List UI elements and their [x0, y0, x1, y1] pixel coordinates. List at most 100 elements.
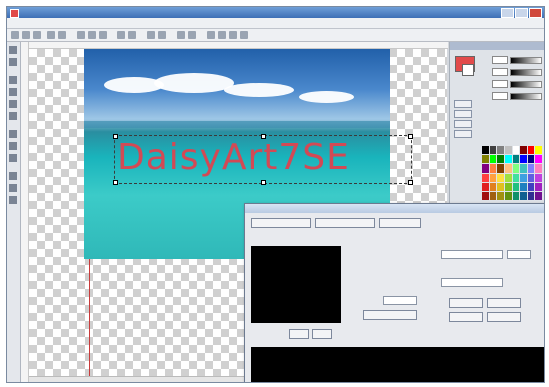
canvas-text[interactable]: DaisyArt7SE — [117, 135, 350, 181]
palette-color-swatch[interactable] — [497, 173, 504, 182]
eraser-tool-icon[interactable] — [9, 112, 17, 120]
palette-color-swatch[interactable] — [520, 164, 527, 173]
hand-tool-icon[interactable] — [9, 196, 17, 204]
settings-field[interactable] — [441, 278, 503, 287]
redo-icon[interactable] — [58, 31, 66, 39]
line-tool-icon[interactable] — [9, 154, 17, 162]
zoom-out-icon[interactable] — [128, 31, 136, 39]
settings-button[interactable] — [487, 298, 521, 308]
palette-color-swatch[interactable] — [535, 155, 542, 164]
palette-color-swatch[interactable] — [527, 164, 535, 173]
close-icon[interactable] — [529, 8, 542, 18]
palette-color-swatch[interactable] — [504, 146, 512, 155]
palette-color-swatch[interactable] — [482, 155, 489, 164]
palette-color-swatch[interactable] — [520, 173, 527, 182]
blue-slider[interactable] — [510, 81, 542, 88]
option-button[interactable] — [363, 310, 417, 320]
red-slider[interactable] — [510, 57, 542, 64]
settings-field[interactable] — [507, 250, 531, 259]
palette-color-swatch[interactable] — [512, 146, 520, 155]
flip-icon[interactable] — [188, 31, 196, 39]
palette-color-swatch[interactable] — [527, 173, 535, 182]
palette-color-swatch[interactable] — [489, 191, 497, 200]
palette-color-swatch[interactable] — [527, 182, 535, 191]
palette-color-swatch[interactable] — [535, 164, 542, 173]
dialog-tab-button[interactable] — [315, 218, 375, 228]
cut-icon[interactable] — [77, 31, 85, 39]
dialog-tab-button[interactable] — [251, 218, 311, 228]
palette-color-swatch[interactable] — [489, 155, 497, 164]
alpha-slider[interactable] — [510, 93, 542, 100]
settings-field[interactable] — [441, 250, 503, 259]
palette-color-swatch[interactable] — [512, 164, 520, 173]
brush-tool-icon[interactable] — [9, 100, 17, 108]
fill-tool-icon[interactable] — [9, 130, 17, 138]
alpha-value-field[interactable] — [492, 92, 508, 100]
palette-color-swatch[interactable] — [497, 164, 504, 173]
palette-color-swatch[interactable] — [527, 155, 535, 164]
palette-color-swatch[interactable] — [482, 173, 489, 182]
palette-color-swatch[interactable] — [520, 155, 527, 164]
palette-color-swatch[interactable] — [489, 182, 497, 191]
palette-color-swatch[interactable] — [482, 191, 489, 200]
palette-color-swatch[interactable] — [497, 182, 504, 191]
ok-button[interactable] — [449, 312, 483, 322]
color-mode-button[interactable] — [454, 130, 472, 138]
palette-color-swatch[interactable] — [489, 164, 497, 173]
palette-color-swatch[interactable] — [520, 146, 527, 155]
palette-color-swatch[interactable] — [497, 146, 504, 155]
move-tool-icon[interactable] — [9, 58, 17, 66]
zoom-tool-icon[interactable] — [9, 184, 17, 192]
preview-button[interactable] — [289, 329, 309, 339]
palette-color-swatch[interactable] — [512, 155, 520, 164]
shape-tool-icon[interactable] — [9, 142, 17, 150]
color-mode-button[interactable] — [454, 110, 472, 118]
palette-color-swatch[interactable] — [512, 173, 520, 182]
undo-icon[interactable] — [47, 31, 55, 39]
maximize-icon[interactable] — [515, 8, 528, 18]
palette-color-swatch[interactable] — [482, 182, 489, 191]
new-file-icon[interactable] — [11, 31, 19, 39]
palette-color-swatch[interactable] — [504, 155, 512, 164]
option-field[interactable] — [383, 296, 417, 305]
blue-value-field[interactable] — [492, 80, 508, 88]
open-file-icon[interactable] — [22, 31, 30, 39]
cancel-button[interactable] — [487, 312, 521, 322]
palette-color-swatch[interactable] — [497, 191, 504, 200]
color-mode-button[interactable] — [454, 120, 472, 128]
red-value-field[interactable] — [492, 56, 508, 64]
text-tool-icon[interactable] — [9, 76, 17, 84]
save-icon[interactable] — [33, 31, 41, 39]
palette-color-swatch[interactable] — [512, 191, 520, 200]
palette-color-swatch[interactable] — [482, 146, 489, 155]
paste-icon[interactable] — [99, 31, 107, 39]
text-icon[interactable] — [218, 31, 226, 39]
settings-button[interactable] — [449, 298, 483, 308]
palette-color-swatch[interactable] — [504, 182, 512, 191]
minimize-icon[interactable] — [501, 8, 514, 18]
palette-color-swatch[interactable] — [504, 164, 512, 173]
print-icon[interactable] — [240, 31, 248, 39]
layer-icon[interactable] — [158, 31, 166, 39]
palette-color-swatch[interactable] — [527, 146, 535, 155]
palette-color-swatch[interactable] — [535, 173, 542, 182]
filter-icon[interactable] — [207, 31, 215, 39]
palette-color-swatch[interactable] — [520, 182, 527, 191]
preview-button[interactable] — [312, 329, 332, 339]
zoom-in-icon[interactable] — [117, 31, 125, 39]
palette-color-swatch[interactable] — [527, 191, 535, 200]
palette-color-swatch[interactable] — [504, 173, 512, 182]
palette-color-swatch[interactable] — [489, 173, 497, 182]
color-mode-button[interactable] — [454, 100, 472, 108]
palette-color-swatch[interactable] — [512, 182, 520, 191]
palette-color-swatch[interactable] — [482, 164, 489, 173]
select-tool-icon[interactable] — [9, 46, 17, 54]
green-value-field[interactable] — [492, 68, 508, 76]
pen-tool-icon[interactable] — [9, 88, 17, 96]
align-icon[interactable] — [229, 31, 237, 39]
rotate-icon[interactable] — [177, 31, 185, 39]
resize-handle[interactable] — [408, 180, 413, 185]
green-slider[interactable] — [510, 69, 542, 76]
background-color-swatch[interactable] — [462, 64, 474, 76]
palette-color-swatch[interactable] — [497, 155, 504, 164]
